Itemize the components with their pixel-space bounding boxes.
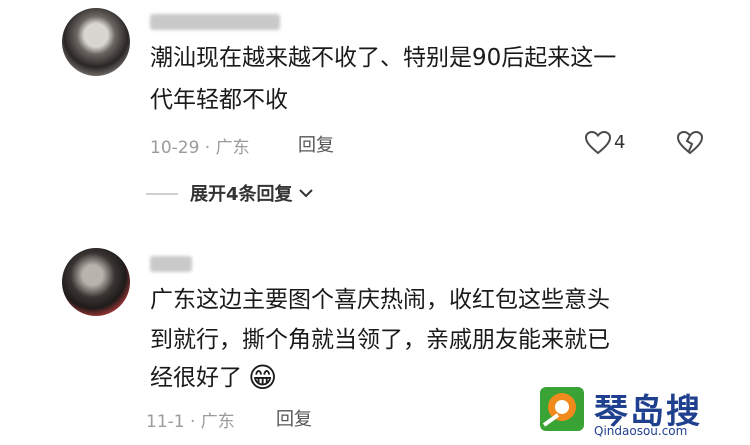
comment-text-line: 代年轻都不收: [150, 87, 288, 113]
username-blurred[interactable]: [150, 256, 192, 272]
expand-replies-button[interactable]: 展开4条回复: [190, 180, 315, 206]
reply-button[interactable]: 回复: [276, 405, 312, 431]
comment-text-line: 潮汕现在越来越不收了、特别是90后起来这一: [150, 45, 617, 71]
comment-date-location: 11-1 · 广东: [146, 412, 235, 432]
watermark-url: Qindaosou.com: [594, 424, 688, 438]
reply-button[interactable]: 回复: [298, 131, 334, 157]
heart-icon: [584, 130, 612, 155]
divider: [146, 193, 178, 195]
comment-text-line: 广东这边主要图个喜庆热闹，收红包这些意头: [150, 287, 610, 313]
expand-replies-label: 展开4条回复: [190, 184, 293, 205]
like-count: 4: [614, 132, 626, 153]
like-button[interactable]: [584, 130, 612, 156]
comment-text-line: 到就行，撕个角就当领了，亲戚朋友能来就已: [150, 327, 610, 353]
avatar[interactable]: [62, 248, 130, 316]
broken-heart-icon: [676, 130, 704, 155]
chevron-down-icon: [298, 189, 313, 198]
dislike-button[interactable]: [676, 130, 704, 156]
username-blurred[interactable]: [150, 14, 280, 30]
comment-date-location: 10-29 · 广东: [150, 138, 250, 158]
watermark-logo-icon: [538, 385, 586, 433]
avatar[interactable]: [62, 8, 130, 76]
grin-emoji: 😁: [248, 361, 278, 394]
comment-text-line: 经很好了: [150, 365, 242, 391]
